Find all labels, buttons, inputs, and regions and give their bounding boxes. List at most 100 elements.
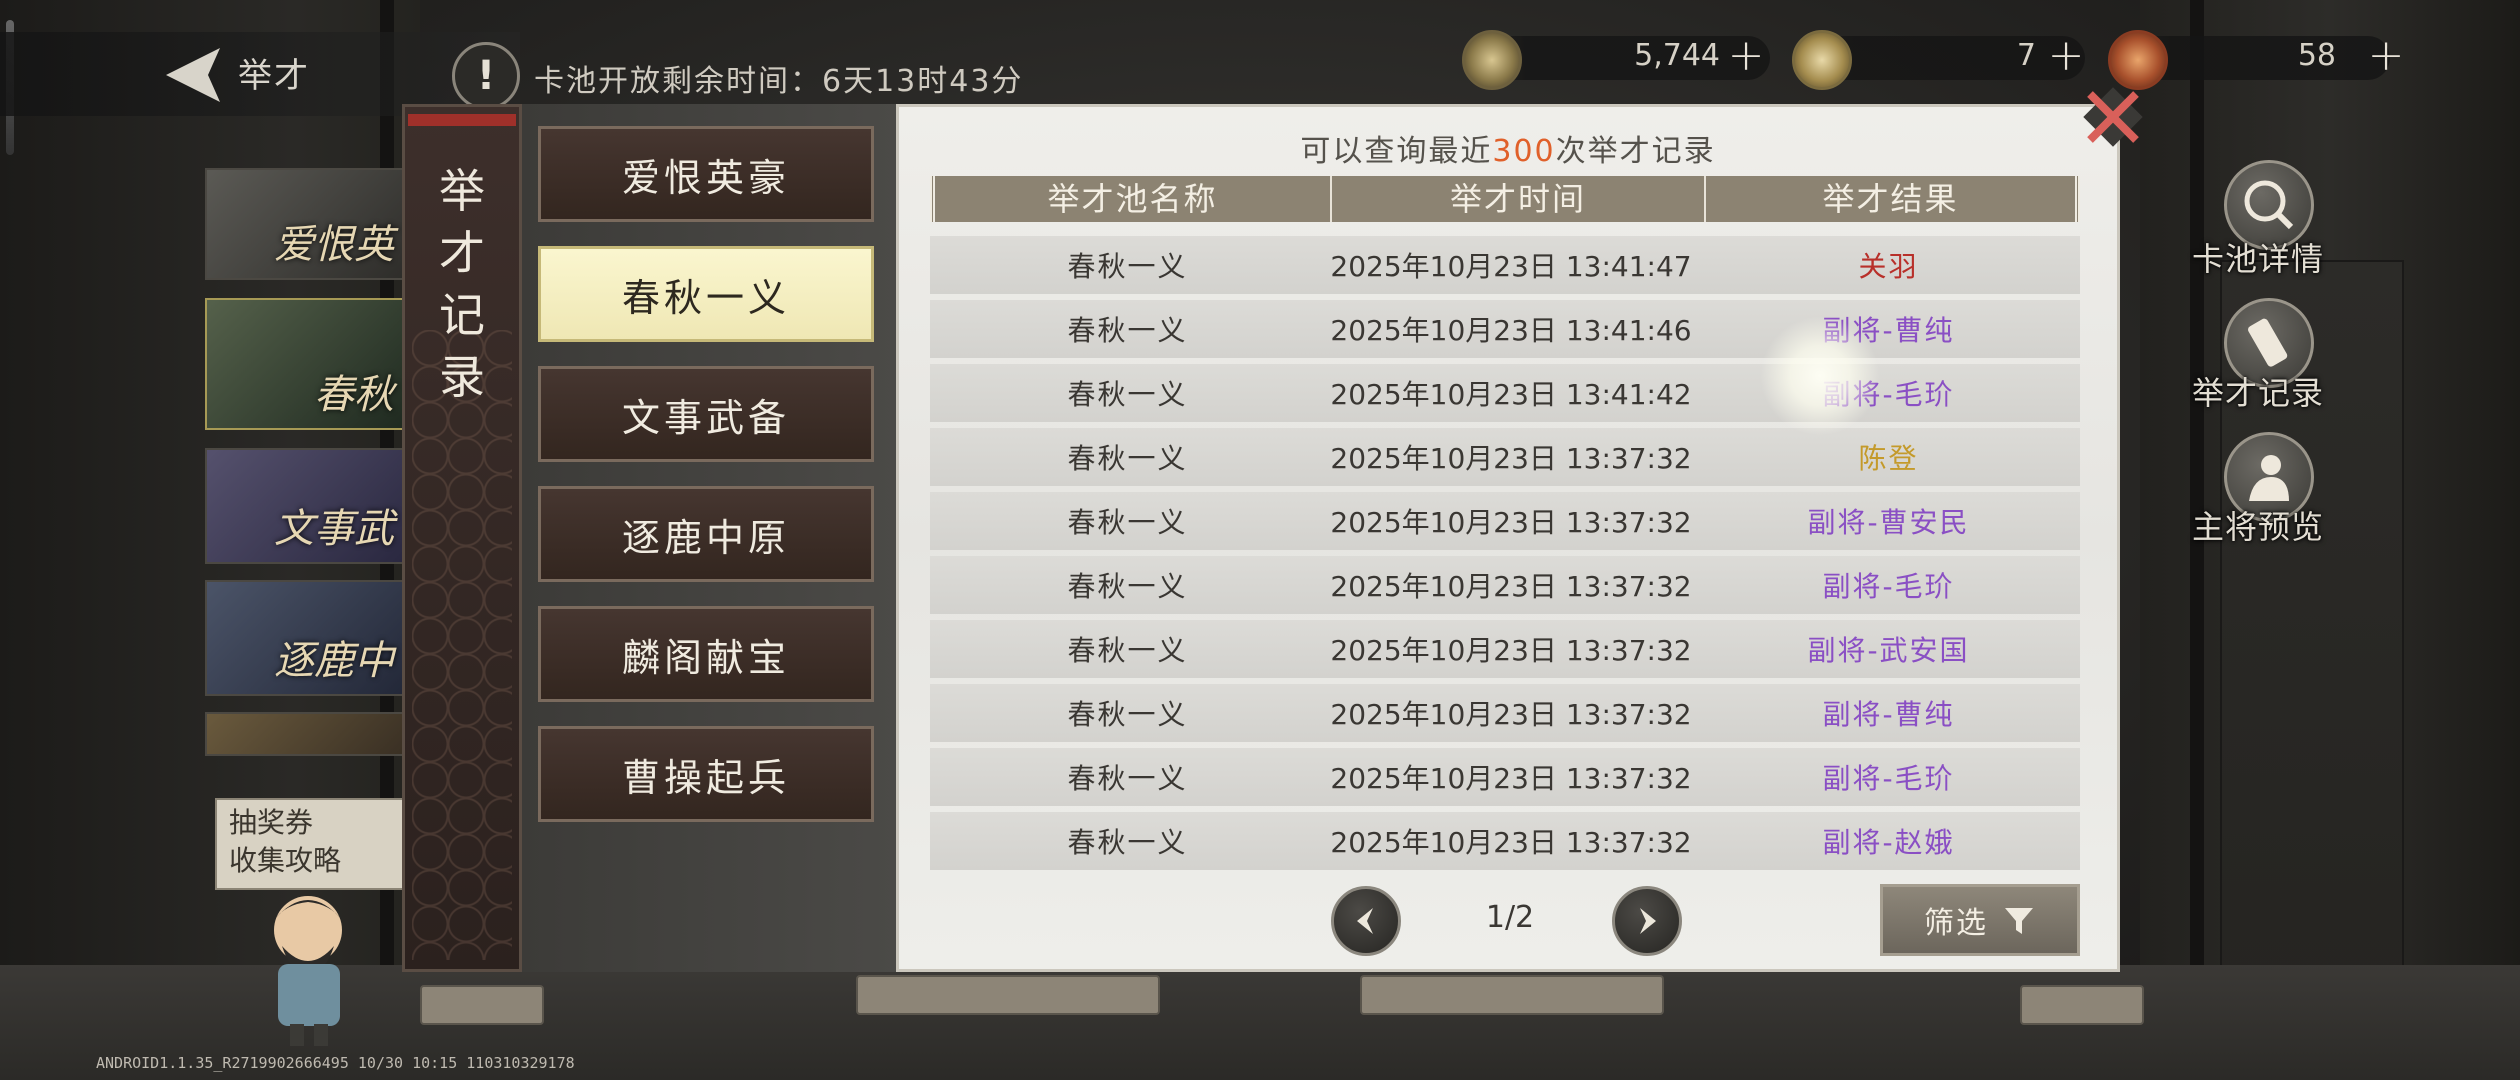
cell-time: 2025年10月23日 13:37:32 (1330, 442, 1692, 475)
voucher-guide-button[interactable]: 抽奖券 收集攻略 (215, 798, 405, 890)
cell-result: 副将-曹纯 (1822, 314, 1955, 347)
funnel-icon (2005, 908, 2033, 934)
chevron-left-icon (1357, 908, 1373, 934)
touch-glow (1760, 316, 1880, 436)
general-preview-label[interactable]: 主将预览 (2192, 502, 2324, 548)
table-row: 春秋一义 2025年10月23日 13:41:42 副将-毛玠 (930, 364, 2080, 422)
prev-page-button[interactable] (1331, 886, 1401, 956)
cell-pool: 春秋一义 (1067, 826, 1188, 859)
banner-pool-3[interactable]: 文事武 (205, 448, 404, 564)
next-page-button[interactable] (1612, 886, 1682, 956)
chevron-right-icon (1640, 908, 1656, 934)
table-row: 春秋一义 2025年10月23日 13:37:32 副将-毛玠 (930, 556, 2080, 614)
table-header: 举才池名称 举才时间 举才结果 (930, 176, 2080, 222)
jade-token-icon (1792, 30, 1852, 90)
filter-label: 筛选 (1924, 906, 1988, 941)
table-row: 春秋一义 2025年10月23日 13:41:46 副将-曹纯 (930, 300, 2080, 358)
back-arrow-icon[interactable] (150, 42, 230, 108)
banner-text: 爱恨英 (274, 222, 394, 268)
voucher-line-1: 抽奖券 (229, 806, 314, 839)
cell-result: 副将-毛玠 (1822, 762, 1955, 795)
currency-value: 7 (2016, 38, 2036, 73)
page-indicator: 1/2 (1485, 900, 1535, 935)
cell-result: 副将-毛玠 (1822, 378, 1955, 411)
banner-pool-4[interactable]: 逐鹿中 (205, 580, 404, 696)
cell-pool: 春秋一义 (1067, 634, 1188, 667)
pedestal (2020, 985, 2144, 1025)
cell-time: 2025年10月23日 13:41:46 (1330, 314, 1692, 347)
pool-details-label[interactable]: 卡池详情 (2192, 234, 2324, 280)
currency-value: 5,744 (1634, 38, 1720, 73)
cell-pool: 春秋一义 (1067, 250, 1188, 283)
pool-button[interactable]: 逐鹿中原 (538, 486, 874, 582)
cell-result: 副将-曹安民 (1807, 506, 1970, 539)
pool-timer-text: 卡池开放剩余时间：6天13时43分 (534, 64, 1024, 99)
cell-time: 2025年10月23日 13:41:42 (1330, 378, 1692, 411)
banner-text: 逐鹿中 (274, 638, 394, 684)
note-prefix: 可以查询最近 (1300, 134, 1493, 169)
cell-time: 2025年10月23日 13:41:47 (1330, 250, 1692, 283)
cell-time: 2025年10月23日 13:37:32 (1330, 570, 1692, 603)
note-suffix: 次举才记录 (1555, 134, 1716, 169)
records-label[interactable]: 举才记录 (2192, 368, 2324, 414)
pedestal (856, 975, 1160, 1015)
cell-time: 2025年10月23日 13:37:32 (1330, 634, 1692, 667)
banner-text: 春秋 (314, 372, 394, 418)
currency-value: 58 (2297, 38, 2336, 73)
cell-pool: 春秋一义 (1067, 698, 1188, 731)
banner-pool-5[interactable] (205, 712, 404, 756)
cell-result: 副将-曹纯 (1822, 698, 1955, 731)
table-row: 春秋一义 2025年10月23日 13:37:32 副将-毛玠 (930, 748, 2080, 806)
records-note: 可以查询最近300次举才记录 (896, 126, 2120, 170)
close-icon[interactable] (2078, 82, 2148, 152)
cell-time: 2025年10月23日 13:37:32 (1330, 506, 1692, 539)
cell-pool: 春秋一义 (1067, 442, 1188, 475)
cell-pool: 春秋一义 (1067, 570, 1188, 603)
cell-result: 关羽 (1858, 250, 1919, 283)
cell-time: 2025年10月23日 13:37:32 (1330, 698, 1692, 731)
add-currency-button[interactable]: + (2044, 34, 2088, 80)
record-tab-pattern (412, 330, 512, 960)
cell-time: 2025年10月23日 13:37:32 (1330, 762, 1692, 795)
table-row: 春秋一义 2025年10月23日 13:37:32 副将-武安国 (930, 620, 2080, 678)
column-header-time: 举才时间 (1332, 176, 1706, 222)
cell-pool: 春秋一义 (1067, 314, 1188, 347)
cell-pool: 春秋一义 (1067, 378, 1188, 411)
table-row: 春秋一义 2025年10月23日 13:37:32 副将-曹安民 (930, 492, 2080, 550)
filter-button[interactable]: 筛选 (1880, 884, 2080, 956)
add-currency-button[interactable]: + (2364, 34, 2408, 80)
pedestal (1360, 975, 1664, 1015)
pedestal (420, 985, 544, 1025)
add-currency-button[interactable]: + (1724, 34, 1768, 80)
column-header-pool: 举才池名称 (935, 176, 1332, 222)
column-header-result: 举才结果 (1822, 180, 1959, 218)
banner-pool-2[interactable]: 春秋 (205, 298, 404, 430)
record-tab-accent (408, 114, 516, 126)
records-table: 春秋一义 2025年10月23日 13:41:47 关羽 春秋一义 2025年1… (930, 236, 2080, 876)
table-row: 春秋一义 2025年10月23日 13:41:47 关羽 (930, 236, 2080, 294)
note-number: 300 (1492, 134, 1556, 169)
cell-pool: 春秋一义 (1067, 762, 1188, 795)
table-row: 春秋一义 2025年10月23日 13:37:32 副将-赵娥 (930, 812, 2080, 870)
voucher-line-2: 收集攻略 (229, 844, 342, 877)
build-info: ANDROID1.1.35_R2719902666495 10/30 10:15… (96, 1054, 575, 1072)
cell-result: 副将-武安国 (1807, 634, 1970, 667)
table-row: 春秋一义 2025年10月23日 13:37:32 副将-曹纯 (930, 684, 2080, 742)
cell-time: 2025年10月23日 13:37:32 (1330, 826, 1692, 859)
banner-pool-1[interactable]: 爱恨英 (205, 168, 404, 280)
cell-result: 副将-赵娥 (1822, 826, 1955, 859)
cell-result: 副将-毛玠 (1822, 570, 1955, 603)
pool-button[interactable]: 曹操起兵 (538, 726, 874, 822)
copper-coin-icon (1462, 30, 1522, 90)
pool-button[interactable]: 麟阁献宝 (538, 606, 874, 702)
gold-ticket-icon (2108, 30, 2168, 90)
warning-icon[interactable]: ! (452, 42, 520, 110)
pool-button[interactable]: 爱恨英豪 (538, 126, 874, 222)
mascot-character-icon (274, 896, 342, 1046)
pool-button-active[interactable]: 春秋一义 (538, 246, 874, 342)
cell-result: 陈登 (1858, 442, 1919, 475)
table-row: 春秋一义 2025年10月23日 13:37:32 陈登 (930, 428, 2080, 486)
record-tab-title: 举才记录 (439, 164, 485, 404)
pool-button[interactable]: 文事武备 (538, 366, 874, 462)
page-title: 举才 (238, 56, 310, 96)
